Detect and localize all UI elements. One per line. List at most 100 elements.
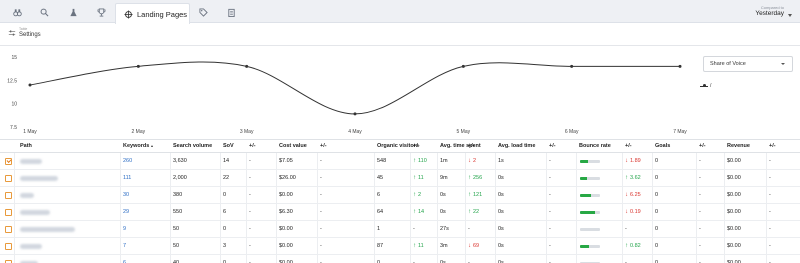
cell-time: 3m [440,238,448,254]
cell-value: - [699,158,701,164]
column-divider [374,170,375,186]
cell-sov: 0 [223,187,226,203]
cell-goals: 0 [655,221,658,237]
column-header[interactable]: +/- [549,140,556,152]
column-header[interactable]: Cost value [279,140,307,152]
column-header[interactable]: +/- [468,140,475,152]
row-checkbox[interactable] [5,209,12,216]
cell-load: 0s [498,170,504,186]
column-divider [220,204,221,220]
column-divider [546,153,547,169]
table-row[interactable]: 6 40 0 - $0.00 - 0 - 0s - 0s - - 0 - $0.00 - [0,255,800,263]
cell-value: 0s [498,226,504,232]
row-checkbox[interactable] [5,243,12,250]
column-header[interactable]: Bounce rate [579,140,611,152]
path-redacted[interactable] [20,244,42,249]
keywords-link[interactable]: 7 [123,238,126,254]
table-row[interactable]: 30 380 0- $0.00-6 ↑ 2 0s ↑ 121 0s - ↓ 6.25 0- $0.00- [0,187,800,204]
cell-visitors-d: ↑ 11 [413,238,424,254]
metric-select[interactable]: Share of Voice [703,56,793,72]
data-point[interactable] [461,64,465,68]
cell-goals-d: - [699,170,701,186]
cell-value: 7 [123,243,127,249]
column-header[interactable]: +/- [320,140,327,152]
cell-time-d: ↓ 2 [468,153,476,169]
data-point[interactable] [353,112,357,116]
column-divider [374,221,375,237]
trophy-icon[interactable] [90,4,112,20]
path-redacted[interactable] [20,159,42,164]
chart-legend[interactable]: / [700,83,711,89]
table-row[interactable]: 9 50 0 - $0.00 - 1 - 27s - 0s - - 0 - $0.00 - [0,221,800,238]
arrow-down-icon: ↓ [468,158,471,164]
cell-goals: 0 [655,187,658,203]
column-header[interactable]: Goals [655,140,670,152]
keywords-link[interactable]: 30 [123,187,129,203]
path-redacted[interactable] [20,227,75,232]
column-header[interactable]: +/- [699,140,706,152]
binoculars-icon[interactable] [6,4,28,20]
legend-swatch [700,84,708,87]
column-header[interactable]: +/- [625,140,632,152]
column-header[interactable]: +/- [769,140,776,152]
cell-value: - [769,158,771,164]
cell-value: 256 [473,175,483,181]
bounce-rate-fill [580,177,587,180]
table-row[interactable]: 111 2,000 22- $26.00-45 ↑ 11 9m ↑ 256 0s - ↑ 3.62 0- $… [0,170,800,187]
keywords-link[interactable]: 260 [123,153,132,169]
column-header[interactable]: Keywords [123,140,154,152]
column-header[interactable]: Search volume [173,140,212,152]
data-point[interactable] [678,64,682,68]
cell-value: $0.00 [279,243,293,249]
data-point[interactable] [136,64,140,68]
cell-goals: 0 [655,238,658,254]
keywords-link[interactable]: 9 [123,221,126,237]
path-redacted[interactable] [20,210,50,215]
path-redacted[interactable] [20,193,34,198]
column-header[interactable]: +/- [249,140,256,152]
column-header[interactable]: SoV [223,140,234,152]
keywords-link[interactable]: 6 [123,255,126,263]
table-row[interactable]: 260 3,630 14- $7.05-548 ↑ 110 1m ↓ 2 1s - ↓ 1.89 0- $0… [0,153,800,170]
row-checkbox[interactable] [5,192,12,199]
cell-value: 9m [440,175,448,181]
column-header[interactable]: Avg. load time [498,140,535,152]
column-divider [622,170,623,186]
column-header[interactable]: Path [20,140,32,152]
tab-landing-pages[interactable]: Landing Pages [115,3,190,24]
cell-cost-d: - [320,187,322,203]
keywords-link[interactable]: 111 [123,170,131,186]
table-settings[interactable]: Table Settings [8,27,41,38]
keywords-link[interactable]: 29 [123,204,129,220]
column-divider [437,238,438,254]
compare-selector[interactable]: Compared to Yesterday [755,5,792,17]
cell-value: - [249,175,251,181]
table-row[interactable]: 29 550 6- $6.30-64 ↑ 14 0s ↑ 22 0s - ↓ 0.19 0- $0.00- [0,204,800,221]
column-divider [465,170,466,186]
cell-search-volume: 2,000 [173,170,187,186]
table-row[interactable]: 7 50 3- $0.00-87 ↑ 11 3m ↓ 69 0s - ↑ 0.82 0- $0.00- [0,238,800,255]
bounce-rate-fill [580,245,589,248]
tag-icon[interactable] [192,4,214,20]
cell-cost: $0.00 [279,221,293,237]
row-checkbox[interactable] [5,158,12,165]
row-checkbox[interactable] [5,175,12,182]
flask-icon[interactable] [62,4,84,20]
row-checkbox[interactable] [5,226,12,233]
data-point[interactable] [28,83,32,87]
search-icon[interactable] [33,4,55,20]
column-divider [652,238,653,254]
column-header[interactable]: Revenue [727,140,750,152]
cell-value: 1s [498,158,504,164]
column-header[interactable]: +/- [413,140,420,152]
clipboard-icon[interactable] [220,4,242,20]
line-chart: 15 12.5 10 7.5 1 May 2 May 3 May 4 May 5 May 6 Ma… [7,55,687,135]
cell-cost-d: - [320,221,322,237]
data-point[interactable] [570,64,574,68]
cell-sov-d: - [249,170,251,186]
cell-value: - [699,175,701,181]
data-point[interactable] [245,64,249,68]
x-tick-label: 4 May [348,129,362,135]
cell-time-d: - [468,221,470,237]
path-redacted[interactable] [20,176,58,181]
